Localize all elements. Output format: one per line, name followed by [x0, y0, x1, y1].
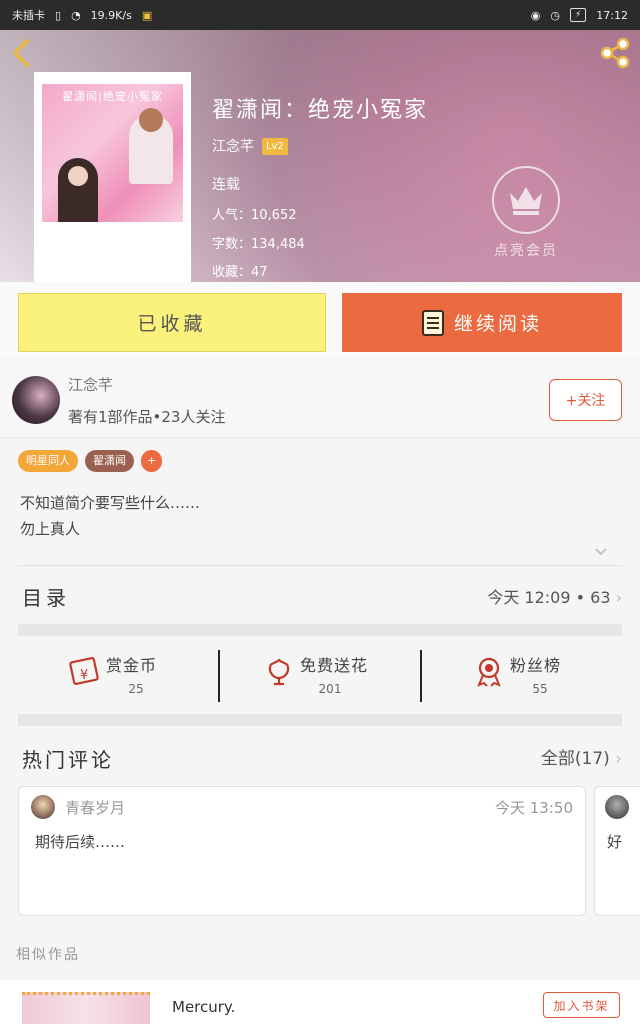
toc-title: 目录 [22, 586, 70, 610]
share-button[interactable] [598, 36, 632, 70]
tag-item[interactable]: 翟潇闻 [85, 450, 134, 472]
add-tag-button[interactable]: + [141, 450, 163, 472]
vip-label: 点亮会员 [494, 243, 558, 259]
wifi-icon: ◔ [71, 8, 81, 22]
hot-comments-header: 热门评论 全部(17) › [0, 730, 640, 780]
vip-button[interactable]: 点亮会员 [492, 166, 560, 260]
toc-update-text: 今天 12:09 • 63 [487, 588, 611, 607]
clock-text: 17:12 [596, 8, 628, 22]
add-to-shelf-button[interactable]: 加入书架 [543, 992, 620, 1018]
reward-coin-button[interactable]: ¥ 赏金币 25 [68, 640, 268, 712]
popularity-text: 人气：10,652 [212, 208, 297, 223]
back-button[interactable] [10, 38, 40, 68]
comment-text: 好 [607, 833, 623, 851]
stat-label: 免费送花 [300, 656, 369, 675]
action-bar: 已收藏 继续阅读 [0, 282, 640, 354]
cover-image: 翟潇闻|绝宠小冤家 [42, 84, 183, 222]
alarm-icon: ◷ [550, 8, 560, 22]
intro-line: 不知道简介要写些什么…… [20, 494, 201, 512]
stats-row: ¥ 赏金币 25 免费送花 201 粉丝榜 55 [0, 640, 640, 712]
serial-status: 连载 [212, 177, 240, 193]
tag-list: 明星同人 翟潇闻 + [18, 450, 163, 472]
cover-figure-left [58, 158, 98, 222]
carrier-text: 未插卡 [12, 9, 45, 22]
book-header: 翟潇闻|绝宠小冤家 翟潇闻：绝宠小冤家 江念芊 Lv2 连载 人气：10,652… [0, 30, 640, 282]
favorites-text: 收藏：47 [212, 265, 268, 280]
continue-reading-button[interactable]: 继续阅读 [342, 293, 622, 352]
toc-meta: 今天 12:09 • 63 › [487, 584, 622, 608]
tag-item[interactable]: 明星同人 [18, 450, 78, 472]
sim-icon: ▯ [55, 8, 62, 22]
speed-text: 19.9K/s [90, 8, 132, 22]
crown-icon [492, 166, 560, 234]
chevron-right-icon: › [615, 588, 622, 607]
battery-icon: ⚡ [569, 8, 587, 22]
similar-work-name: Mercury. [172, 998, 236, 1016]
comment-card[interactable]: 青春岁月 今天 13:50 期待后续…… [18, 786, 586, 916]
commenter-avatar [605, 795, 629, 819]
header-author-name: 江念芊 [212, 139, 254, 155]
chevron-right-icon: › [615, 749, 622, 769]
similar-work-cover [22, 992, 150, 1024]
collected-button[interactable]: 已收藏 [18, 293, 326, 352]
expand-intro-icon[interactable] [594, 546, 608, 560]
fan-ranking-button[interactable]: 粉丝榜 55 [472, 640, 640, 712]
author-works: 著有1部作品•23人关注 [68, 408, 226, 426]
stat-value: 25 [128, 682, 144, 696]
similar-works-label: 相似作品 [16, 947, 80, 963]
author-section: 江念芊 著有1部作品•23人关注 +关注 [0, 354, 640, 438]
comment-card[interactable]: 好 [594, 786, 640, 916]
commenter-name: 青春岁月 [65, 799, 126, 817]
commenter-avatar [31, 795, 55, 819]
stat-value: 201 [318, 682, 342, 696]
stat-separator [218, 650, 220, 702]
section-spacer [18, 624, 622, 636]
stat-separator [420, 650, 422, 702]
follow-button[interactable]: +关注 [549, 379, 622, 421]
continue-reading-label: 继续阅读 [453, 313, 542, 335]
comment-time: 今天 13:50 [495, 799, 573, 817]
stat-label: 赏金币 [106, 656, 158, 675]
author-name[interactable]: 江念芊 [68, 374, 113, 395]
book-cover[interactable]: 翟潇闻|绝宠小冤家 [34, 72, 191, 282]
stat-value: 55 [532, 682, 548, 696]
status-bar: 未插卡 ▯ ◔ 19.9K/s ▣ ◉ ◷ ⚡ 17:12 [0, 0, 640, 30]
medal-icon [477, 657, 501, 687]
level-badge: Lv2 [262, 137, 288, 155]
section-spacer [18, 714, 622, 726]
all-comments-label: 全部(17) [540, 749, 610, 769]
hot-comments-title: 热门评论 [22, 748, 114, 772]
svg-text:¥: ¥ [80, 668, 88, 683]
book-intro: 不知道简介要写些什么…… 勿上真人 [20, 490, 200, 542]
all-comments-link[interactable]: 全部(17) › [541, 744, 622, 769]
table-of-contents-row[interactable]: 目录 今天 12:09 • 63 › [0, 566, 640, 624]
comment-text: 期待后续…… [35, 833, 126, 851]
notification-icon: ▣ [141, 8, 153, 22]
similar-work-item[interactable]: Mercury. 加入书架 [0, 980, 640, 1024]
back-arrow-icon [13, 39, 29, 67]
free-flower-button[interactable]: 免费送花 201 [262, 640, 462, 712]
author-avatar[interactable] [12, 376, 60, 424]
cover-title: 翟潇闻|绝宠小冤家 [62, 90, 163, 103]
cover-figure-right [129, 108, 173, 184]
eye-icon: ◉ [530, 8, 541, 22]
header-author[interactable]: 江念芊 Lv2 [212, 136, 288, 156]
flower-icon [268, 658, 290, 686]
coin-envelope-icon: ¥ [69, 657, 99, 685]
share-icon [600, 37, 630, 69]
stat-label: 粉丝榜 [510, 656, 562, 675]
book-icon [421, 309, 444, 336]
word-count-text: 字数：134,484 [212, 237, 305, 252]
book-title: 翟潇闻：绝宠小冤家 [212, 98, 429, 123]
intro-line: 勿上真人 [20, 520, 81, 538]
